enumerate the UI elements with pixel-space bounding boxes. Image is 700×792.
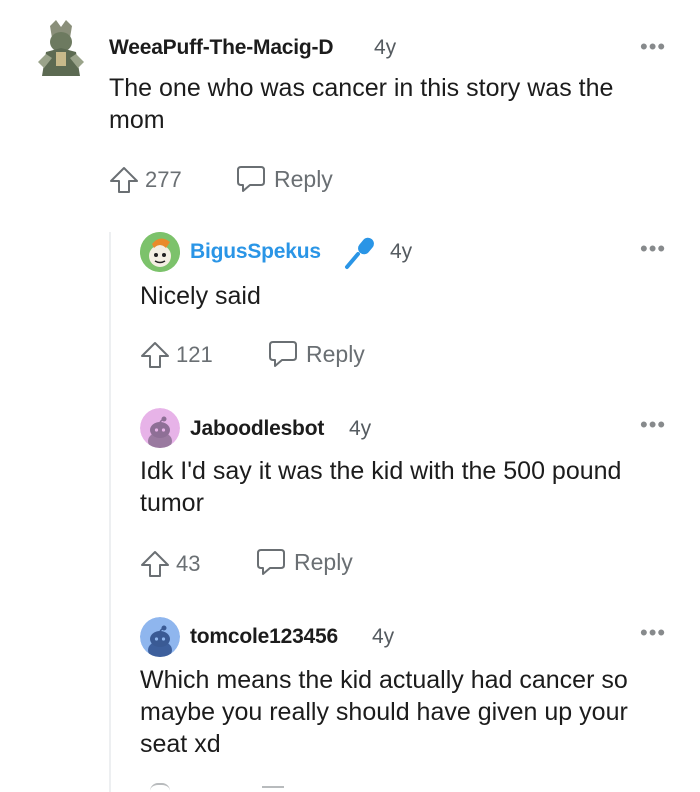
comment-bubble-icon [237, 166, 265, 192]
username[interactable]: tomcole123456 [190, 625, 338, 649]
more-options-icon[interactable]: ••• [640, 36, 666, 58]
vote-count: 43 [176, 551, 201, 576]
comment-bubble-icon [257, 549, 285, 575]
upvote-arrow-icon [110, 167, 138, 193]
comment-age: 4y [349, 417, 372, 440]
vote-count: 121 [176, 342, 213, 367]
comment-text: The one who was cancer in this story was… [109, 74, 614, 134]
reply-label: Reply [294, 548, 353, 575]
comment-age: 4y [372, 625, 395, 648]
more-options-icon[interactable]: ••• [640, 414, 666, 436]
username[interactable]: WeeaPuff-The-Macig-D [109, 36, 333, 60]
username[interactable]: BigusSpekus [190, 240, 321, 264]
microphone-icon [345, 237, 374, 269]
avatar[interactable] [140, 617, 180, 657]
reply-label: Reply [306, 340, 365, 367]
avatar[interactable] [36, 18, 86, 76]
comment-text: Idk I'd say it was the kid with the 500 … [140, 457, 622, 517]
upvote-arrow-icon [141, 342, 169, 368]
avatar[interactable] [140, 232, 180, 272]
comment-age: 4y [390, 240, 413, 263]
upvote-button[interactable]: 277 [109, 166, 182, 194]
reply-label: Reply [274, 165, 333, 192]
vote-count: 277 [145, 167, 182, 192]
upvote-arrow-icon [141, 551, 169, 577]
comment-bubble-icon [269, 341, 297, 367]
more-options-icon[interactable]: ••• [640, 238, 666, 260]
upvote-button[interactable]: 121 [140, 341, 213, 369]
comment-text: Which means the kid actually had cancer … [140, 666, 628, 758]
reply-button[interactable]: Reply [256, 548, 353, 576]
comment-text: Nicely said [140, 282, 261, 310]
comment-age: 4y [374, 36, 397, 59]
reply-button[interactable]: Reply [268, 340, 365, 368]
more-options-icon[interactable]: ••• [640, 622, 666, 644]
username[interactable]: Jaboodlesbot [190, 417, 324, 441]
upvote-button[interactable]: 43 [140, 550, 200, 578]
thread-line [109, 232, 111, 792]
avatar[interactable] [140, 408, 180, 448]
reply-button[interactable]: Reply [236, 165, 333, 193]
upvote-arrow-icon-partial[interactable] [150, 783, 170, 791]
